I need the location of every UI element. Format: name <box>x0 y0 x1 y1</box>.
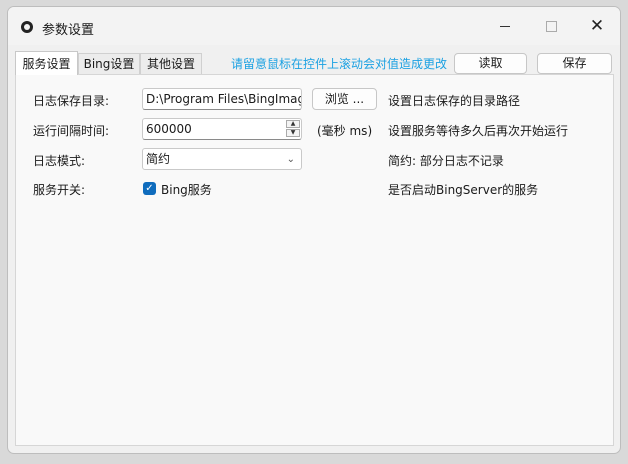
log-mode-description: 简约: 部分日志不记录 <box>388 154 504 168</box>
app-icon <box>21 21 33 33</box>
save-button[interactable]: 保存 <box>537 53 612 74</box>
spin-down-icon[interactable]: ▼ <box>286 129 300 137</box>
log-dir-description: 设置日志保存的目录路径 <box>388 94 521 108</box>
log-mode-select[interactable]: 简约 ⌄ <box>142 148 302 170</box>
tab-bar: 服务设置 Bing设置 其他设置 请留意鼠标在控件上滚动会对值造成更改 读取 保… <box>15 51 613 75</box>
tab-service-settings[interactable]: 服务设置 <box>15 51 78 75</box>
spin-up-icon[interactable]: ▲ <box>286 120 300 128</box>
tab-other-settings[interactable]: 其他设置 <box>140 53 202 74</box>
title-bar[interactable]: 参数设置 ✕ <box>8 7 620 45</box>
log-mode-label: 日志模式: <box>33 154 86 168</box>
scroll-warning-hint: 请留意鼠标在控件上滚动会对值造成更改 <box>231 57 448 71</box>
service-switch-label: 服务开关: <box>33 183 86 197</box>
maximize-button <box>528 7 574 45</box>
service-switch-description: 是否启动BingServer的服务 <box>388 183 539 197</box>
interval-label: 运行间隔时间: <box>33 124 110 138</box>
close-icon: ✕ <box>589 15 605 36</box>
settings-window: 参数设置 ✕ 服务设置 Bing设置 其他设置 请留意鼠标在控件上滚动会对值造成… <box>7 6 621 454</box>
log-mode-value: 简约 <box>146 152 171 166</box>
log-dir-input[interactable]: D:\Program Files\BingImag <box>142 88 302 110</box>
service-settings-panel: 日志保存目录: D:\Program Files\BingImag 浏览 ...… <box>15 74 614 446</box>
maximize-icon <box>545 20 557 32</box>
browse-button[interactable]: 浏览 ... <box>312 88 377 110</box>
interval-spinner[interactable]: ▲ ▼ <box>286 120 300 138</box>
bing-service-checkbox[interactable]: ✓ <box>143 182 156 195</box>
minimize-button[interactable] <box>482 7 528 45</box>
interval-value: 600000 <box>146 122 192 136</box>
chevron-down-icon: ⌄ <box>286 154 295 165</box>
interval-unit: (毫秒 ms) <box>317 124 373 138</box>
read-button[interactable]: 读取 <box>454 53 527 74</box>
window-title: 参数设置 <box>42 23 95 38</box>
interval-stepper[interactable]: 600000 ▲ ▼ <box>142 118 302 140</box>
minimize-icon <box>500 25 510 27</box>
tab-bing-settings[interactable]: Bing设置 <box>78 53 140 74</box>
close-button[interactable]: ✕ <box>574 7 620 45</box>
bing-service-checkbox-label[interactable]: Bing服务 <box>161 181 212 198</box>
interval-description: 设置服务等待多久后再次开始运行 <box>388 124 569 138</box>
log-dir-label: 日志保存目录: <box>33 94 110 108</box>
